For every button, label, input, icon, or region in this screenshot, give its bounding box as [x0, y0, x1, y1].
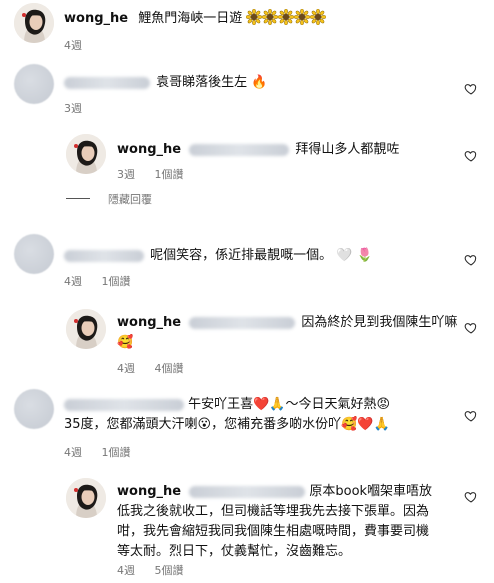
like-heart-icon[interactable]	[464, 409, 478, 423]
comment-meta: 4週 1個讚	[64, 444, 147, 460]
reply: wong_he 原本book嗰架車唔放 低我之後就收工，但司機話等埋我先去接下張…	[117, 482, 467, 562]
reply-text: 因為終於見到我個陳生吖嘛	[301, 315, 458, 330]
comment-meta: 4週 1個讚	[64, 273, 147, 289]
blurred-mention[interactable]	[189, 316, 296, 329]
avatar[interactable]	[14, 389, 54, 429]
reply-meta: 3週 1個讚	[117, 166, 200, 182]
like-heart-icon[interactable]	[464, 82, 478, 96]
blurred-username[interactable]	[64, 76, 150, 89]
smiling-hearts-icon: 🥰	[117, 335, 134, 350]
like-count[interactable]: 4個讚	[155, 362, 184, 375]
folded-hands-icon: 🙏	[269, 397, 286, 412]
like-heart-icon[interactable]	[464, 253, 478, 267]
like-heart-icon[interactable]	[464, 149, 478, 163]
comment-text-a: 午安吖王喜	[188, 397, 254, 412]
sunflower-icon	[246, 9, 262, 25]
red-heart-icon: ❤️	[357, 417, 374, 432]
like-heart-icon[interactable]	[464, 490, 478, 504]
hide-replies-button[interactable]: 隱藏回覆	[108, 191, 152, 207]
comment: 呢個笑容，係近排最靚嘅一個。 🤍 🌷	[64, 246, 373, 266]
username[interactable]: wong_he	[117, 484, 181, 499]
username[interactable]: wong_he	[117, 315, 181, 330]
timestamp: 3週	[117, 168, 135, 181]
replies-divider	[66, 198, 90, 199]
reply-text-line4: 等太耐。烈日下，仗義幫忙，沒齒難忘。	[117, 544, 352, 559]
sunflower-icon	[310, 9, 326, 25]
like-count[interactable]: 1個讚	[155, 168, 184, 181]
reply-meta: 4週 4個讚	[117, 360, 200, 376]
like-count[interactable]: 1個讚	[102, 275, 131, 288]
avatar[interactable]	[66, 478, 106, 518]
reply-meta: 4週 5個讚	[117, 562, 200, 578]
sunflower-icon	[278, 9, 294, 25]
comment-text-c: 35度，您都滿頭大汗喇	[64, 417, 198, 432]
timestamp: 4週	[64, 39, 82, 52]
timestamp: 4週	[117, 362, 135, 375]
post-caption: wong_he 鯉魚門海峽一日遊	[64, 9, 326, 29]
username[interactable]: wong_he	[117, 142, 181, 157]
comment-text-d: ，您補充番多啲水份吖	[211, 417, 342, 432]
comment-text: 呢個笑容，係近排最靚嘅一個。	[150, 248, 333, 263]
fire-icon: 🔥	[251, 75, 268, 90]
reply-text: 拜得山多人都靚咗	[295, 142, 400, 157]
blurred-username[interactable]	[64, 249, 144, 262]
reply: wong_he 拜得山多人都靚咗	[117, 140, 399, 160]
comment: 午安吖王喜❤️🙏～今日天氣好熱😡 35度，您都滿頭大汗喇😮，您補充番多啲水份吖🥰…	[64, 395, 454, 435]
blurred-mention[interactable]	[189, 143, 290, 156]
like-count[interactable]: 1個讚	[102, 446, 131, 459]
profile-photo	[66, 134, 106, 174]
avatar[interactable]	[14, 64, 54, 104]
folded-hands-icon: 🙏	[373, 417, 390, 432]
post-meta: 4週	[64, 37, 98, 53]
caption-text: 鯉魚門海峽一日遊	[138, 11, 243, 26]
profile-photo	[14, 3, 54, 43]
like-count[interactable]: 5個讚	[155, 564, 184, 577]
like-heart-icon[interactable]	[464, 321, 478, 335]
comment: 袁哥睇落後生左 🔥	[64, 73, 267, 93]
timestamp: 3週	[64, 102, 82, 115]
avatar[interactable]	[66, 134, 106, 174]
comment-meta: 3週	[64, 100, 98, 116]
angry-face-icon: 😡	[376, 397, 391, 412]
avatar[interactable]	[14, 3, 54, 43]
blurred-mention[interactable]	[189, 485, 306, 498]
tulip-icon: 🌷	[356, 248, 373, 263]
sunflower-icon	[262, 9, 278, 25]
blurred-username[interactable]	[64, 398, 184, 411]
surprised-face-icon: 😮	[197, 417, 212, 432]
caption-emojis	[246, 11, 326, 26]
reply-text-line2: 低我之後就收工，但司機話等埋我先去接下張單。因為	[117, 504, 430, 519]
reply: wong_he 因為終於見到我個陳生吖嘛 🥰	[117, 313, 467, 350]
red-heart-icon: ❤️	[253, 397, 270, 412]
sunflower-icon	[294, 9, 310, 25]
avatar[interactable]	[14, 234, 54, 274]
timestamp: 4週	[64, 275, 82, 288]
profile-photo	[66, 309, 106, 349]
white-heart-icon: 🤍	[336, 248, 353, 263]
smiling-hearts-icon: 🥰	[341, 417, 358, 432]
comment-text: 袁哥睇落後生左	[156, 75, 248, 90]
profile-photo	[66, 478, 106, 518]
avatar[interactable]	[66, 309, 106, 349]
timestamp: 4週	[64, 446, 82, 459]
comment-text-b: ～今日天氣好熱	[285, 397, 377, 412]
timestamp: 4週	[117, 564, 135, 577]
reply-text-line1: 原本book嗰架車唔放	[309, 484, 433, 499]
username[interactable]: wong_he	[64, 11, 128, 26]
reply-text-line3: 咁，我先會縮短我同我個陳生相處嘅時間，費事要司機	[117, 524, 430, 539]
